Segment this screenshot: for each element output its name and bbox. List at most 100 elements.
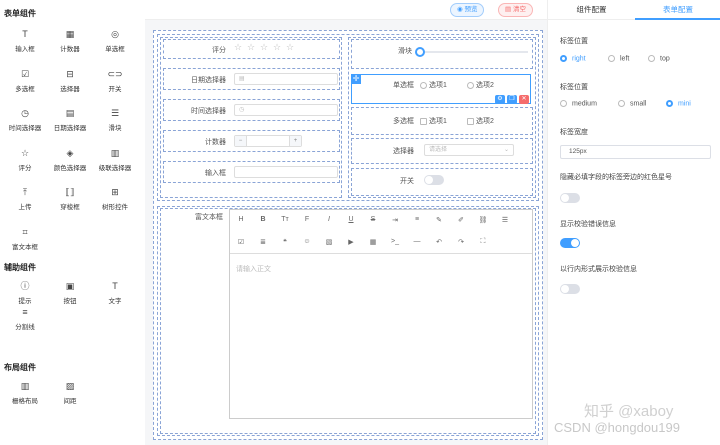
component-label: 富文本框: [12, 243, 38, 251]
video-icon[interactable]: ▶: [346, 238, 356, 246]
watermark-line1: 知乎 @xaboy: [584, 403, 674, 420]
brush-icon[interactable]: ✐: [456, 216, 466, 224]
clear-button[interactable]: ▤ 清空: [498, 3, 533, 17]
copy-icon[interactable]: ❐: [507, 95, 517, 104]
component-button[interactable]: ▣ 按钮: [47, 280, 93, 305]
radio-icon: ◎: [111, 29, 119, 39]
radio-option-1[interactable]: 选项1: [420, 80, 447, 90]
counter-plus-button[interactable]: +: [289, 136, 301, 146]
radio-field-selected[interactable]: ✛ 单选框 选项1 选项2 ⚙ ❐ ✕: [351, 74, 531, 104]
component-counter[interactable]: ▦ 计数器: [47, 28, 93, 53]
strikethrough-icon[interactable]: S: [368, 216, 378, 223]
pen-icon[interactable]: ✎: [434, 216, 444, 224]
star-icon[interactable]: ☆: [260, 42, 268, 53]
select-label: 选择器: [393, 148, 414, 155]
delete-icon[interactable]: ✕: [519, 95, 529, 104]
checkbox-option-2[interactable]: 选项2: [467, 116, 494, 126]
image-icon[interactable]: ▧: [324, 238, 334, 246]
settings-icon[interactable]: ⚙: [495, 95, 505, 104]
richtext-label: 富文本框: [195, 214, 223, 221]
preview-button[interactable]: ◉ 预览: [450, 3, 485, 17]
star-icon[interactable]: ☆: [234, 42, 242, 53]
radio-option-left[interactable]: left: [608, 55, 629, 62]
component-palette[interactable]: ◈ 颜色选择器: [47, 147, 93, 172]
component-checkbox[interactable]: ☑ 多选框: [2, 68, 48, 93]
quote-icon[interactable]: ❝: [280, 238, 290, 246]
select-input[interactable]: 请选择 ⌄: [424, 144, 514, 156]
fullscreen-icon[interactable]: ⛶: [478, 238, 488, 246]
component-input[interactable]: T 输入框: [2, 28, 48, 53]
emoji-icon[interactable]: ☺: [302, 238, 312, 245]
list-icon[interactable]: ☰: [500, 216, 510, 224]
component-label: 选择器: [60, 85, 80, 93]
inline-error-switch[interactable]: [560, 284, 580, 294]
component-clock[interactable]: ◷ 时间选择器: [2, 107, 48, 132]
component-switch[interactable]: ⊂⊃ 开关: [92, 68, 138, 93]
checkbox-option-1[interactable]: 选项1: [420, 116, 447, 126]
slider-field: 滑块: [351, 39, 533, 69]
radio-option-medium[interactable]: medium: [560, 100, 597, 107]
counter-minus-button[interactable]: −: [235, 136, 247, 146]
slider-handle[interactable]: [415, 47, 425, 57]
counter-icon: ▦: [65, 29, 75, 39]
component-cascader[interactable]: ▥ 级联选择器: [92, 147, 138, 172]
component-slider[interactable]: ☰ 滑块: [92, 107, 138, 132]
radio-option-small[interactable]: small: [618, 100, 646, 107]
richtext-field: 富文本框 H B Tт F I U S ⇥ ≡ ✎ ✐ ⛓ ☰ ☑ ≣ ❝ ☺ …: [160, 208, 536, 434]
component-grid[interactable]: ▥ 栅格布局: [2, 380, 48, 405]
radio-option-right[interactable]: right: [560, 55, 586, 62]
indent-icon[interactable]: ⇥: [390, 216, 400, 224]
component-panel: 表单组件 T 输入框 ▦ 计数器 ◎ 单选框 ☑ 多选框 ⊟ 选择器 ⊂⊃ 开关 ◷ 时间选择器 ▤ 日期选择…: [0, 0, 145, 445]
line-height-icon[interactable]: ≡: [412, 216, 422, 223]
code-icon[interactable]: >_: [390, 238, 400, 245]
tab-component-config[interactable]: 组件配置: [548, 0, 635, 20]
tab-form-config[interactable]: 表单配置: [635, 0, 720, 20]
component-tree[interactable]: ⊞ 树形控件: [92, 186, 138, 211]
star-icon[interactable]: ☆: [247, 42, 255, 53]
hide-required-switch[interactable]: [560, 193, 580, 203]
radio-option-mini[interactable]: mini: [666, 100, 691, 107]
component-label: 按钮: [63, 298, 77, 305]
font-size-icon[interactable]: Tт: [280, 216, 290, 223]
richtext-editor[interactable]: H B Tт F I U S ⇥ ≡ ✎ ✐ ⛓ ☰ ☑ ≣ ❝ ☺ ▧ ▶ ▦…: [229, 209, 533, 419]
component-editor[interactable]: ⌗ 富文本框: [2, 226, 48, 251]
component-star[interactable]: ☆ 评分: [2, 147, 48, 172]
bold-icon[interactable]: B: [258, 216, 268, 223]
show-error-switch[interactable]: [560, 238, 580, 248]
component-divider[interactable]: ≡ 分割线: [2, 306, 48, 331]
date-input[interactable]: ▤: [234, 73, 338, 85]
text-input[interactable]: [234, 166, 338, 178]
component-text[interactable]: T 文字: [92, 280, 138, 305]
star-icon[interactable]: ☆: [273, 42, 281, 53]
heading-icon[interactable]: H: [236, 216, 246, 223]
link-icon[interactable]: ⛓: [478, 216, 488, 224]
radio-option-2[interactable]: 选项2: [467, 80, 494, 90]
component-transfer[interactable]: ⟦⟧ 穿梭框: [47, 186, 93, 211]
component-calendar[interactable]: ▤ 日期选择器: [47, 107, 93, 132]
counter-input[interactable]: − +: [234, 135, 302, 147]
italic-icon[interactable]: I: [324, 216, 334, 223]
component-info[interactable]: ⓘ 提示: [2, 280, 48, 305]
todo-icon[interactable]: ☑: [236, 238, 246, 246]
component-spacing[interactable]: ▨ 间距: [47, 380, 93, 405]
time-input[interactable]: ◷: [234, 104, 338, 116]
table-icon[interactable]: ▦: [368, 238, 378, 246]
label-position-title: 标签位置: [560, 38, 588, 45]
font-family-icon[interactable]: F: [302, 216, 312, 223]
underline-icon[interactable]: U: [346, 216, 356, 223]
switch-toggle[interactable]: [424, 175, 444, 185]
label-width-input[interactable]: 125px: [560, 145, 711, 159]
component-select[interactable]: ⊟ 选择器: [47, 68, 93, 93]
button-icon: ▣: [65, 281, 75, 291]
star-icon[interactable]: ☆: [286, 42, 294, 53]
radio-option-top[interactable]: top: [648, 55, 670, 62]
undo-icon[interactable]: ↶: [434, 238, 444, 246]
rate-field[interactable]: 评分 ☆ ☆ ☆ ☆ ☆: [163, 39, 340, 59]
align-icon[interactable]: ≣: [258, 238, 268, 246]
form-designer-canvas-area: ◉ 预览 ▤ 清空 评分 ☆ ☆ ☆ ☆ ☆ 日期选择器 ▤ 时间选择器 ◷ 计…: [145, 0, 547, 445]
redo-icon[interactable]: ↷: [456, 238, 466, 246]
divider-icon[interactable]: —: [412, 238, 422, 245]
trash-icon: ▤: [505, 6, 513, 13]
component-radio[interactable]: ◎ 单选框: [92, 28, 138, 53]
component-upload[interactable]: ⤒ 上传: [2, 186, 48, 211]
